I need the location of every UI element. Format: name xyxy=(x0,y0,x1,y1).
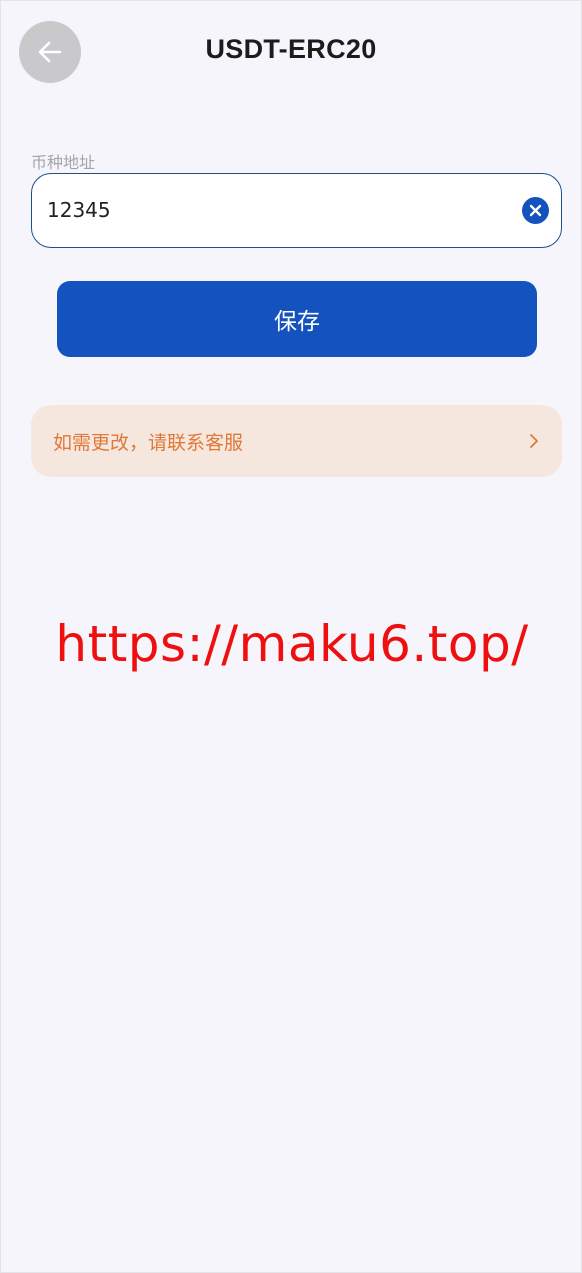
address-input[interactable] xyxy=(47,174,507,246)
watermark-url: https://maku6.top/ xyxy=(55,615,529,673)
contact-support-banner[interactable]: 如需更改，请联系客服 xyxy=(31,405,562,477)
contact-support-text: 如需更改，请联系客服 xyxy=(53,431,244,454)
clear-button[interactable] xyxy=(522,197,549,224)
close-circle-icon xyxy=(529,204,542,217)
save-button[interactable]: 保存 xyxy=(57,281,537,357)
address-field xyxy=(31,173,562,248)
address-field-label: 币种地址 xyxy=(31,153,96,172)
page-title: USDT-ERC20 xyxy=(205,34,377,64)
chevron-right-icon xyxy=(530,434,538,448)
